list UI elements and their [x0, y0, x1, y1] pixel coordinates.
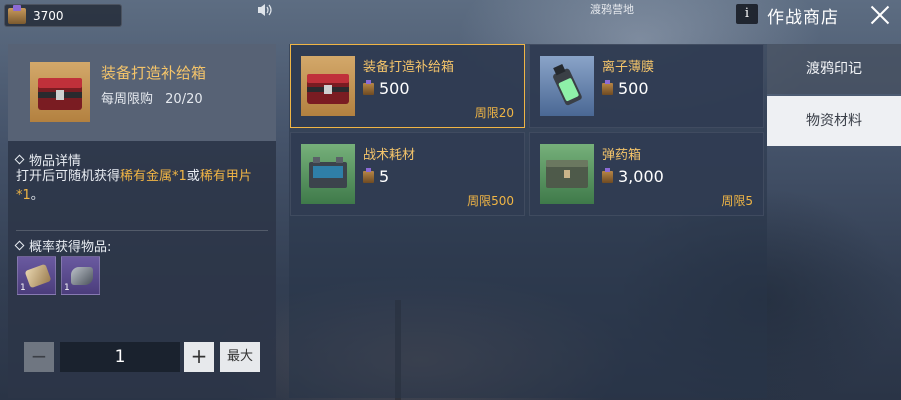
diamond-bullet-icon [14, 240, 25, 251]
product-weekly-limit: 周限5 [721, 194, 753, 208]
ammo-box-icon [540, 144, 594, 204]
item-description: 打开后可随机获得稀有金属*1或稀有甲片*1。 [16, 167, 272, 205]
drops-heading: 概率获得物品: [14, 236, 112, 255]
price-value: 500 [379, 79, 410, 98]
raven-token-icon [602, 168, 613, 183]
weekly-limit-label: 每周限购 [101, 92, 154, 107]
product-card-ammo-box[interactable]: 弹药箱 3,000 周限5 [529, 132, 764, 216]
rare-armor-plate-icon [71, 267, 93, 285]
drop-item-count: 1 [64, 283, 70, 293]
tactical-battery-icon [301, 144, 355, 204]
top-bar: 3700 渡鸦营地 i 作战商店 [0, 0, 901, 30]
detail-header: 装备打造补给箱 每周限购 20/20 [8, 44, 276, 141]
product-weekly-limit: 周限500 [467, 194, 514, 208]
quantity-stepper: − 1 + 最大 [24, 342, 266, 372]
quantity-input[interactable]: 1 [60, 342, 180, 372]
product-card-tactical-supplies[interactable]: 战术耗材 5 周限500 [290, 132, 525, 216]
price-value: 3,000 [618, 167, 664, 186]
drop-item-rare-metal[interactable]: 1 [17, 256, 56, 295]
tab-raven-mark[interactable]: 渡鸦印记 [767, 44, 901, 94]
raven-token-icon [363, 168, 374, 183]
product-price: 500 [363, 79, 410, 98]
decrease-quantity-button[interactable]: − [24, 342, 54, 372]
close-button[interactable] [866, 2, 894, 28]
product-weekly-limit: 周限20 [474, 106, 514, 120]
currency-display: 3700 [4, 4, 122, 27]
section-divider [16, 230, 268, 231]
raven-token-icon [8, 5, 26, 24]
rare-metal-icon [24, 263, 52, 289]
product-card-ion-film[interactable]: 离子薄膜 500 [529, 44, 764, 128]
desc-prefix: 打开后可随机获得 [16, 169, 121, 184]
page-title: 作战商店 [767, 8, 839, 28]
product-price: 500 [602, 79, 649, 98]
product-name: 战术耗材 [363, 148, 416, 163]
ion-film-canister-icon [540, 56, 594, 116]
tab-supply-materials[interactable]: 物资材料 [767, 96, 901, 146]
product-name: 离子薄膜 [602, 60, 655, 75]
raven-token-icon [602, 80, 613, 95]
price-value: 500 [618, 79, 649, 98]
detail-item-name: 装备打造补给箱 [101, 64, 207, 82]
product-grid: 装备打造补给箱 500 周限20 离子薄膜 500 战术耗材 5 周限500 弹… [289, 44, 767, 398]
drop-item-count: 1 [20, 283, 26, 293]
product-card-supply-crate[interactable]: 装备打造补给箱 500 周限20 [290, 44, 525, 128]
drops-title: 概率获得物品: [29, 240, 112, 255]
currency-value: 3700 [33, 9, 64, 23]
speaker-icon[interactable] [257, 3, 273, 17]
desc-rare-metal: 稀有金属*1 [120, 169, 187, 184]
increase-quantity-button[interactable]: + [184, 342, 214, 372]
desc-suffix: 。 [30, 188, 44, 203]
product-price: 5 [363, 167, 389, 186]
supply-crate-icon [301, 56, 355, 116]
product-price: 3,000 [602, 167, 664, 186]
category-tabs: 渡鸦印记 物资材料 [767, 44, 901, 148]
supply-crate-icon [30, 62, 90, 122]
product-name: 弹药箱 [602, 148, 642, 163]
detail-weekly-limit: 每周限购 20/20 [101, 88, 203, 107]
drop-item-rare-armor[interactable]: 1 [61, 256, 100, 295]
price-value: 5 [379, 167, 390, 186]
diamond-bullet-icon [14, 154, 25, 165]
location-label: 渡鸦营地 [590, 3, 634, 16]
product-name: 装备打造补给箱 [363, 60, 455, 75]
raven-token-icon [363, 80, 374, 95]
desc-or: 或 [186, 169, 200, 184]
weekly-limit-value: 20/20 [165, 92, 203, 107]
info-button[interactable]: i [736, 4, 758, 24]
max-quantity-button[interactable]: 最大 [220, 342, 260, 372]
item-detail-panel: 装备打造补给箱 每周限购 20/20 物品详情 打开后可随机获得稀有金属*1或稀… [8, 44, 276, 398]
